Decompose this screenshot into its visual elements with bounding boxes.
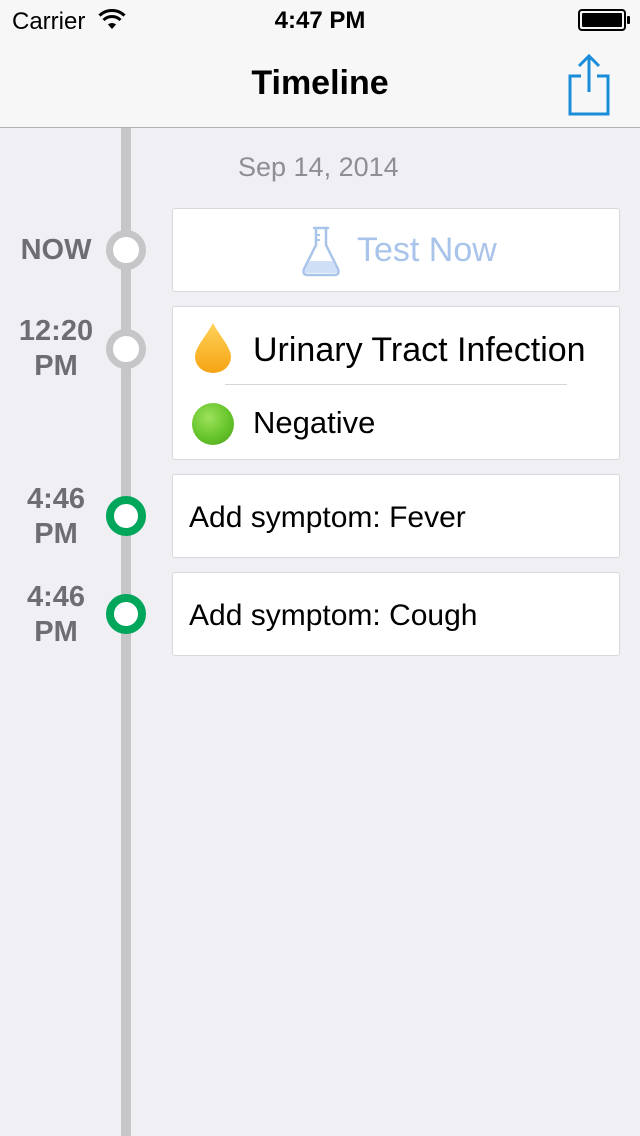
timeline-node — [106, 594, 146, 634]
test-result: Negative — [253, 405, 376, 440]
timeline-node — [106, 230, 146, 270]
time-label: NOW — [0, 233, 112, 268]
test-now-label: Test Now — [357, 231, 497, 269]
test-name: Urinary Tract Infection — [253, 331, 586, 369]
status-bar: Carrier 4:47 PM — [0, 0, 640, 40]
time-label: 4:46 PM — [0, 580, 112, 650]
symptom-label: Add symptom: Cough — [189, 599, 478, 632]
page-title: Timeline — [251, 64, 389, 102]
test-now-button[interactable]: Test Now — [172, 208, 620, 292]
status-time: 4:47 PM — [274, 7, 366, 34]
timeline-node — [106, 496, 146, 536]
time-line-2: PM — [34, 616, 78, 648]
divider — [225, 384, 567, 385]
date-header: Sep 14, 2014 — [238, 152, 399, 182]
share-icon — [568, 53, 610, 116]
symptom-card-fever[interactable]: Add symptom: Fever — [172, 474, 620, 558]
time-line-1: 12:20 — [18, 315, 94, 347]
test-result-card[interactable]: Urinary Tract Infection Negative — [172, 306, 620, 460]
time-label: 4:46 PM — [0, 482, 112, 552]
flask-icon — [302, 226, 340, 277]
time-line-2: PM — [34, 518, 78, 550]
battery-icon — [578, 9, 630, 31]
time-line-1: 4:46 — [26, 581, 86, 613]
time-line-2: PM — [34, 350, 78, 382]
timeline-node — [106, 329, 146, 369]
symptom-label: Add symptom: Fever — [189, 501, 466, 534]
green-dot-icon — [192, 403, 234, 445]
drop-icon — [195, 323, 231, 373]
time-label: 12:20 PM — [0, 314, 112, 384]
share-button[interactable] — [562, 52, 616, 116]
symptom-card-cough[interactable]: Add symptom: Cough — [172, 572, 620, 656]
time-line-1: NOW — [20, 234, 92, 266]
time-line-1: 4:46 — [26, 483, 86, 515]
nav-bar: Timeline — [0, 40, 640, 128]
